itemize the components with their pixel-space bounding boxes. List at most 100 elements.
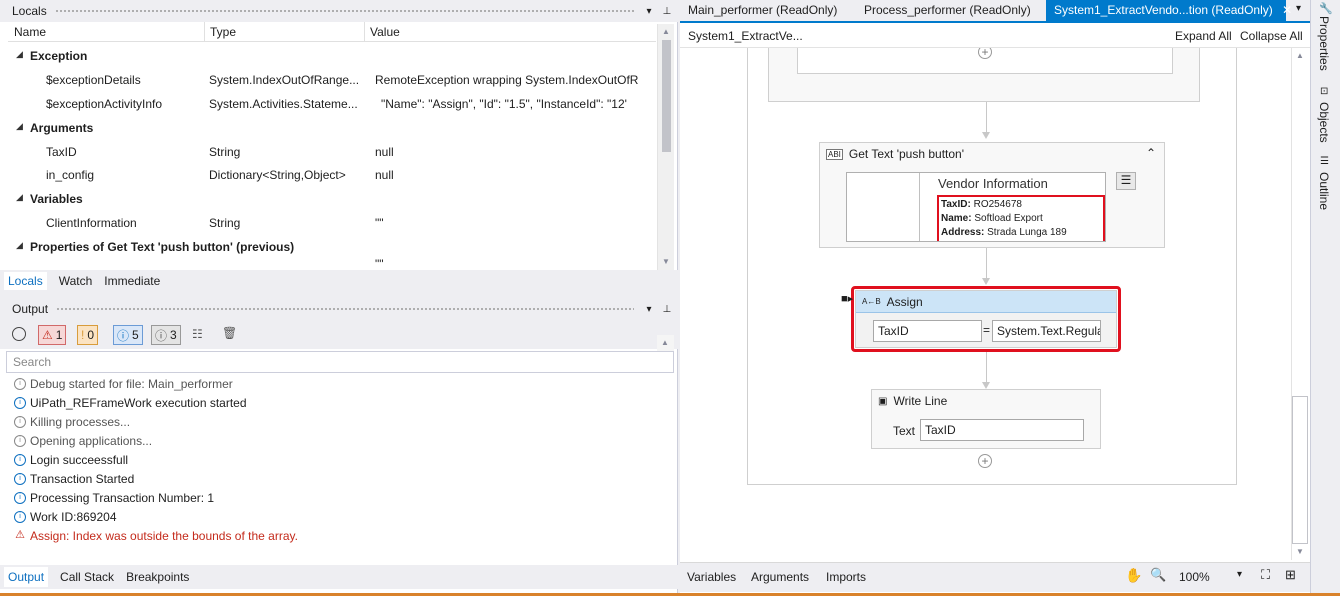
group-properties[interactable]: ◢ Properties of Get Text 'push button' (…	[8, 235, 656, 258]
column-header-value[interactable]: Value	[370, 25, 400, 39]
info-filter-button[interactable]: ⓘ 5	[113, 325, 143, 345]
chevron-down-icon[interactable]: ▾	[1296, 3, 1301, 14]
scroll-thumb[interactable]	[662, 40, 671, 152]
expand-all-link[interactable]: Expand All	[1175, 29, 1232, 43]
column-header-type[interactable]: Type	[210, 25, 236, 39]
log-line[interactable]: i Debug started for file: Main_performer	[14, 374, 233, 393]
var-value: null	[375, 168, 394, 182]
pin-icon[interactable]: ⊥	[660, 304, 674, 315]
text-label: Text	[893, 424, 916, 438]
tab-extract-vendor[interactable]: System1_ExtractVendo...tion (ReadOnly) ✕	[1046, 0, 1292, 21]
log-line[interactable]: i Work ID:869204	[14, 507, 117, 526]
clear-icon[interactable]: 🗑	[222, 326, 237, 340]
locals-scrollbar[interactable]: ▲ ▼	[657, 24, 674, 270]
hand-icon[interactable]: ✋	[1125, 567, 1142, 584]
tab-breakpoints[interactable]: Breakpoints	[126, 570, 189, 584]
table-row[interactable]: ""	[8, 259, 656, 267]
log-line[interactable]: i Login succeessfull	[14, 450, 128, 469]
collapse-icon[interactable]: ◢	[16, 121, 23, 132]
trace-filter-button[interactable]: ⓘ 3	[151, 325, 181, 345]
hamburger-menu-icon[interactable]: ☰	[1116, 172, 1136, 190]
tab-arguments[interactable]: Arguments	[751, 570, 809, 584]
errors-filter-button[interactable]: ⚠ 1	[38, 325, 67, 345]
collapse-activity-icon[interactable]: ⌃	[1146, 146, 1156, 160]
output-scroll-up[interactable]: ▲	[657, 335, 674, 351]
list-view-icon[interactable]: ☷	[192, 327, 203, 341]
write-line-icon: ▣	[878, 395, 888, 407]
tab-output[interactable]: Output	[4, 567, 49, 587]
write-line-header[interactable]: ▣ Write Line	[872, 390, 1100, 412]
collapse-icon[interactable]: ◢	[16, 192, 23, 203]
log-line[interactable]: i Opening applications...	[14, 431, 152, 450]
collapse-icon[interactable]: ◢	[16, 49, 23, 60]
scroll-up-icon[interactable]: ▲	[1292, 48, 1308, 64]
table-row[interactable]: in_config Dictionary<String,Object> null	[8, 163, 656, 186]
assign-header[interactable]: A←B Assign	[856, 291, 1116, 313]
output-toolbar: ⚠ 1 ! 0 ⓘ 5 ⓘ 3 ☷ 🗑	[0, 321, 678, 349]
scroll-thumb[interactable]	[1292, 396, 1308, 544]
log-line[interactable]: i UiPath_REFrameWork execution started	[14, 393, 247, 412]
log-line[interactable]: i Processing Transaction Number: 1	[14, 488, 214, 507]
breadcrumb[interactable]: System1_ExtractVe...	[688, 29, 803, 43]
table-row[interactable]: TaxID String null	[8, 140, 656, 163]
var-value: null	[375, 145, 394, 159]
tab-locals[interactable]: Locals	[4, 272, 47, 290]
tab-call-stack[interactable]: Call Stack	[60, 570, 114, 584]
close-icon[interactable]: ✕	[1282, 3, 1292, 17]
scroll-up-icon[interactable]: ▲	[658, 24, 674, 40]
add-activity-icon[interactable]: +	[978, 454, 992, 468]
tab-variables[interactable]: Variables	[687, 570, 736, 584]
screenshot-preview[interactable]: Vendor Information TaxID: RO254678 Name:…	[846, 172, 1106, 242]
tab-watch[interactable]: Watch	[59, 274, 93, 288]
clock-icon[interactable]	[12, 327, 26, 341]
assign-value-field[interactable]: System.Text.Regula	[992, 320, 1101, 342]
output-panel: Output ▾ ⊥ ⚠ 1 ! 0 ⓘ 5 ⓘ 3 ☷ 🗑 Search ▲ …	[0, 297, 678, 596]
workflow-canvas[interactable]: + ABI Get Text 'push button' ⌃ Vendor In…	[681, 48, 1291, 560]
zoom-level[interactable]: 100%	[1179, 570, 1210, 584]
assign-activity[interactable]: A←B Assign TaxID = System.Text.Regula	[855, 290, 1117, 348]
search-input[interactable]: Search	[6, 351, 674, 373]
collapse-icon[interactable]: ◢	[16, 240, 23, 251]
tab-imports[interactable]: Imports	[826, 570, 866, 584]
zoom-icon[interactable]: 🔍	[1150, 567, 1166, 583]
assign-to-field[interactable]: TaxID	[873, 320, 982, 342]
log-line-error[interactable]: ⚠ Assign: Index was outside the bounds o…	[14, 526, 298, 545]
table-row[interactable]: ClientInformation String ""	[8, 211, 656, 234]
fit-to-screen-icon[interactable]: ⛶	[1261, 567, 1270, 583]
group-arguments[interactable]: ◢ Arguments	[8, 116, 656, 139]
write-line-text-field[interactable]: TaxID	[920, 419, 1084, 441]
scroll-up-icon[interactable]: ▲	[657, 335, 673, 351]
designer-scrollbar[interactable]: ▲ ▼	[1291, 48, 1308, 560]
dropdown-icon[interactable]: ▾	[642, 304, 656, 315]
tab-immediate[interactable]: Immediate	[104, 274, 160, 288]
warnings-filter-button[interactable]: ! 0	[77, 325, 99, 345]
get-text-header[interactable]: ABI Get Text 'push button'	[820, 143, 1164, 165]
scroll-down-icon[interactable]: ▼	[658, 254, 674, 270]
log-line[interactable]: i Killing processes...	[14, 412, 130, 431]
column-header-name[interactable]: Name	[14, 25, 46, 39]
table-row[interactable]: $exceptionActivityInfo System.Activities…	[8, 92, 656, 115]
tab-main-performer[interactable]: Main_performer (ReadOnly)	[680, 0, 845, 21]
scroll-down-icon[interactable]: ▼	[1292, 544, 1308, 560]
title-grip[interactable]	[56, 306, 634, 312]
var-name: $exceptionDetails	[46, 73, 141, 87]
group-exception[interactable]: ◢ Exception	[8, 44, 656, 67]
chevron-down-icon[interactable]: ▾	[1237, 569, 1242, 580]
var-name: $exceptionActivityInfo	[46, 97, 163, 111]
tab-objects[interactable]: Objects	[1317, 102, 1331, 143]
dropdown-icon[interactable]: ▾	[642, 6, 656, 17]
table-row[interactable]: $exceptionDetails System.IndexOutOfRange…	[8, 68, 656, 91]
title-grip[interactable]	[54, 8, 634, 14]
pin-icon[interactable]: ⊥	[660, 6, 674, 17]
tab-properties[interactable]: Properties	[1317, 16, 1331, 71]
tab-process-performer[interactable]: Process_performer (ReadOnly)	[856, 0, 1039, 21]
log-line[interactable]: i Transaction Started	[14, 469, 134, 488]
group-variables[interactable]: ◢ Variables	[8, 187, 656, 210]
tab-outline[interactable]: Outline	[1317, 172, 1331, 210]
info-icon: i	[14, 453, 26, 466]
collapse-all-link[interactable]: Collapse All	[1240, 29, 1303, 43]
breakpoint-icon[interactable]: ■▸	[841, 292, 853, 305]
overview-icon[interactable]: ⊞	[1285, 567, 1296, 583]
write-line-activity[interactable]: ▣ Write Line Text TaxID	[871, 389, 1101, 449]
get-text-activity[interactable]: ABI Get Text 'push button' ⌃ Vendor Info…	[819, 142, 1165, 248]
